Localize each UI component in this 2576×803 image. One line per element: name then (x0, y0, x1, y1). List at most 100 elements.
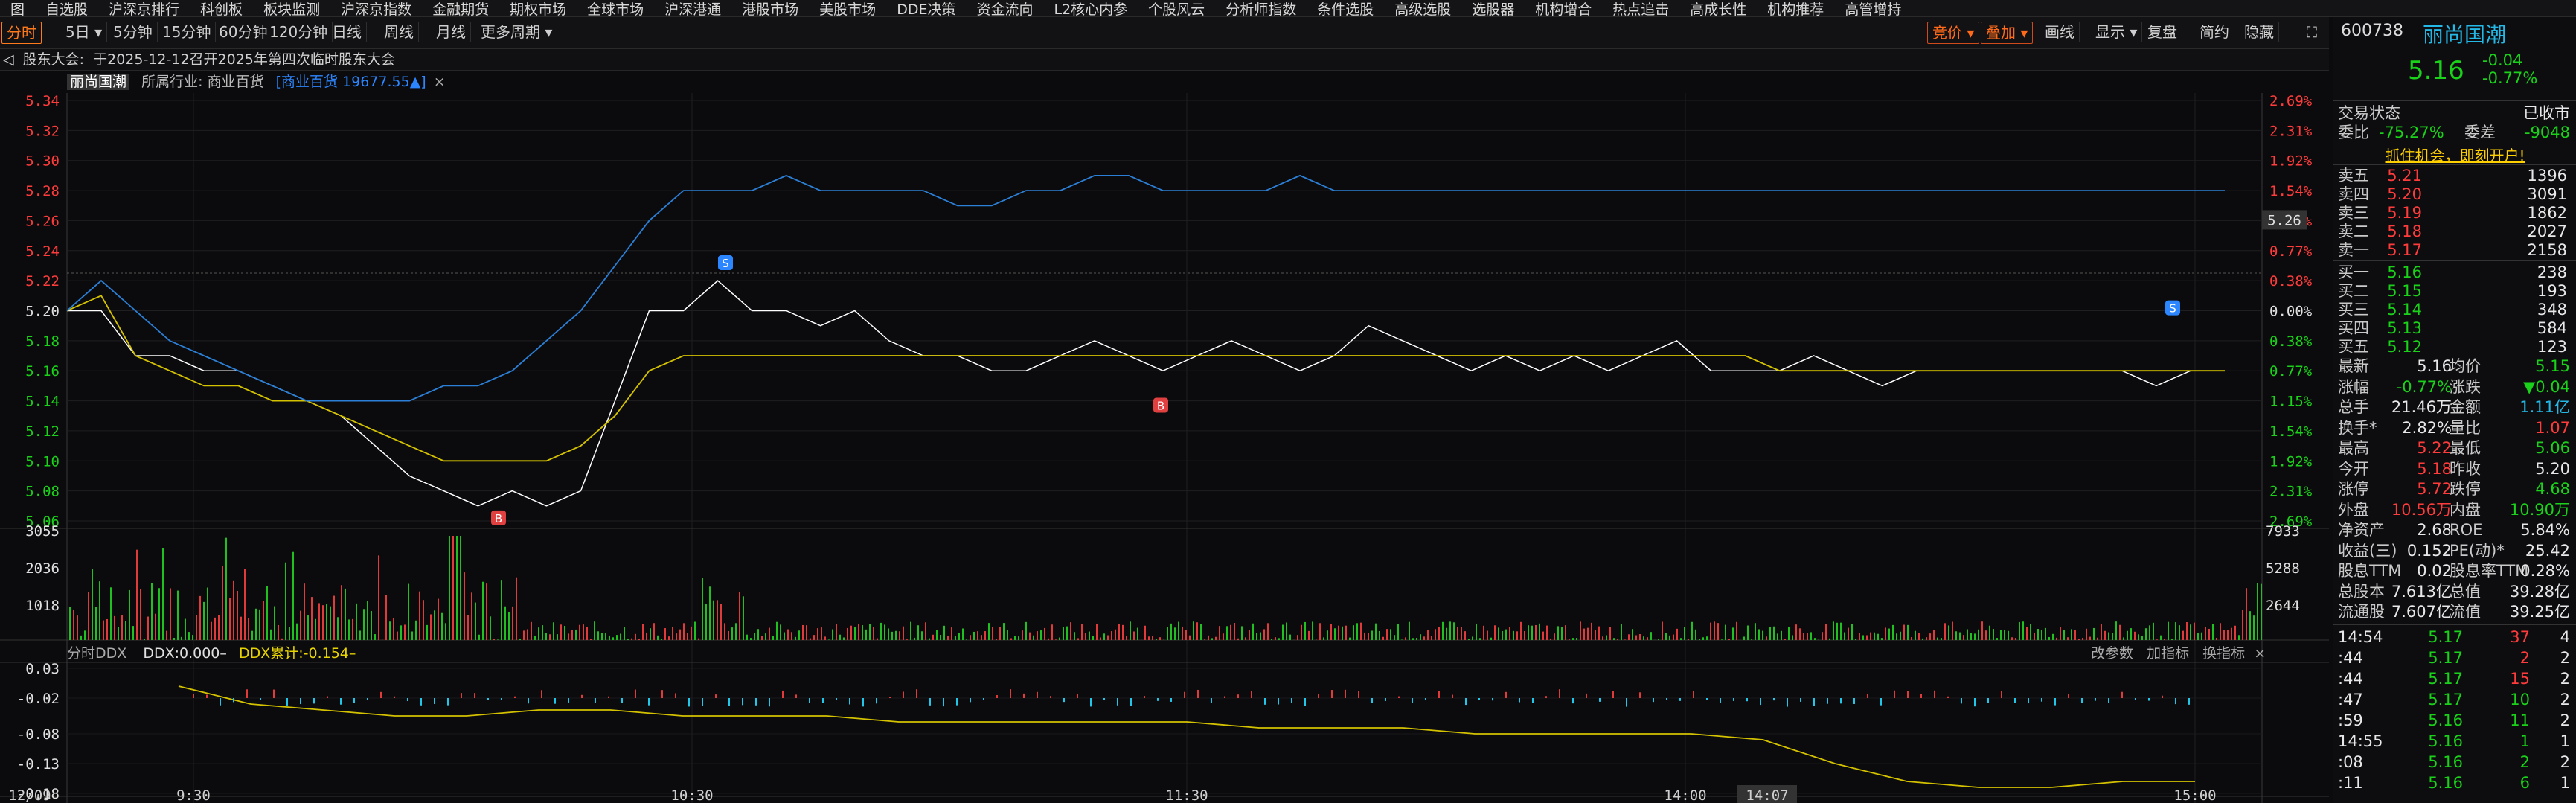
pct-tick-label: 1.92% (2269, 153, 2313, 170)
nav-item[interactable]: 全球市场 (577, 0, 654, 19)
period-tab[interactable]: 15分钟 (158, 22, 217, 42)
ddx-tick-label: -0.02 (17, 691, 60, 707)
time-tick-label: 14:00 (1664, 787, 1706, 803)
period-tab[interactable]: 月线 (432, 22, 471, 42)
ask-row: 卖四 5.20 3091 (2338, 185, 2567, 203)
nav-item[interactable]: DDE决策 (886, 0, 966, 19)
pct-tick-label: 0.38% (2269, 333, 2313, 350)
nav-item[interactable]: 高成长性 (1679, 0, 1757, 19)
ddx-switch-button[interactable]: 换指标 (2202, 645, 2245, 662)
stock-info-bar: 丽尚国潮 所属行业: 商业百货 [商业百货 19677.55▲] × (0, 71, 2329, 93)
nav-item[interactable]: 港股市场 (731, 0, 809, 19)
nav-item[interactable]: 热点追击 (1602, 0, 1679, 19)
nav-item[interactable]: 高管增持 (1834, 0, 1912, 19)
stat-row: 今开 5.18 昨收 5.20 (2338, 459, 2570, 478)
volume-tick-label: 3055 (25, 523, 60, 540)
nav-item[interactable]: 资金流向 (966, 0, 1043, 19)
ddx-cum: DDX累计:-0.154– (238, 645, 356, 662)
stat-row: 涨幅 -0.77% 涨跌 ▼0.04 (2338, 377, 2570, 396)
stat-row: 净资产 2.68 ROE 5.84% (2338, 521, 2570, 539)
bid-row: 买三 5.14 348 (2338, 301, 2567, 319)
ddx-param-button[interactable]: 改参数 (2091, 645, 2133, 662)
period-tab[interactable]: 分时 (1, 22, 42, 44)
price-tick-label: 5.14 (25, 394, 60, 410)
stock-name-tag: 丽尚国潮 (67, 74, 130, 90)
toolbar-button[interactable]: 隐藏 (2240, 22, 2279, 42)
price-tick-label: 5.30 (25, 153, 60, 170)
period-tab[interactable]: 120分钟 (265, 22, 333, 42)
ddx-header: 分时DDX DDX:0.000– DDX累计:-0.154– (67, 644, 356, 662)
close-icon[interactable]: × (434, 74, 446, 90)
period-tab[interactable]: 周线 (379, 22, 419, 42)
tick-row: 14:54 5.17 37 4 (2338, 628, 2570, 646)
toolbar-button[interactable]: 画线 (2040, 22, 2080, 42)
nav-item[interactable]: 分析师指数 (1215, 0, 1307, 19)
stat-row: 总手 21.46万 金额 1.11亿 (2338, 398, 2570, 416)
time-tick-label: 10:30 (670, 787, 713, 803)
nav-item[interactable]: 科创板 (190, 0, 253, 19)
nav-item[interactable]: 条件选股 (1307, 0, 1384, 19)
fullscreen-icon[interactable]: ⛶ (2302, 22, 2322, 42)
pct-tick-label: 1.92% (2269, 453, 2313, 470)
volume-tick-label-right: 7933 (2266, 523, 2300, 540)
toolbar-button[interactable]: 简约 (2195, 22, 2234, 42)
change-value: -0.04 (2482, 51, 2523, 69)
trade-marker-label: B (495, 512, 502, 525)
stat-row: 涨停 5.72 跌停 4.68 (2338, 480, 2570, 498)
nav-item[interactable]: 自选股 (35, 0, 98, 19)
nav-item[interactable]: 板块监测 (253, 0, 330, 19)
stat-row: 最高 5.22 最低 5.06 (2338, 439, 2570, 457)
ddx-close-icon[interactable]: × (2254, 645, 2266, 662)
intraday-chart[interactable]: 5.34 2.69% 5.32 2.31% 5.30 1.92% 5.28 1.54% 5.26… (0, 93, 2329, 803)
promo-link[interactable]: 抓住机会，即刻开户! (2333, 144, 2576, 165)
pct-tick-label: 0.77% (2269, 243, 2313, 260)
nav-item[interactable]: 个股风云 (1138, 0, 1215, 19)
bid-row: 买一 5.16 238 (2338, 263, 2567, 281)
period-tab[interactable]: 5日 ▾ (61, 22, 108, 42)
industry-label: 所属行业: (141, 74, 203, 90)
notice-bar: ◁ 股东大会: 于2025-12-12召开2025年第四次临时股东大会 (0, 49, 2329, 71)
index-tag[interactable]: [商业百货 19677.55▲] (276, 74, 426, 90)
tick-row: :44 5.17 15 2 (2338, 670, 2570, 688)
nav-item[interactable]: 期权市场 (499, 0, 577, 19)
period-tab[interactable]: 60分钟 (214, 22, 273, 42)
period-tab[interactable]: 5分钟 (109, 22, 158, 42)
last-price: 5.16 (2408, 56, 2464, 86)
industry-name[interactable]: 商业百货 (208, 74, 264, 90)
time-tick-label: 15:00 (2173, 787, 2216, 803)
nav-item[interactable]: 机构推荐 (1757, 0, 1834, 19)
toolbar-button[interactable]: 竞价 ▾ (1927, 22, 1980, 44)
price-tick-label: 5.20 (25, 304, 60, 320)
nav-item[interactable]: 沪深港通 (654, 0, 731, 19)
nav-item[interactable]: 选股器 (1461, 0, 1525, 19)
nav-item[interactable]: 沪深京排行 (98, 0, 190, 19)
pct-tick-label: 1.15% (2269, 394, 2313, 410)
tick-row: :08 5.16 2 2 (2338, 753, 2570, 771)
nav-item[interactable]: 机构增合 (1525, 0, 1602, 19)
nav-item[interactable]: 沪深京指数 (330, 0, 422, 19)
nav-item[interactable]: L2核心内参 (1043, 0, 1138, 19)
period-tab[interactable]: 更多周期 ▾ (476, 22, 558, 42)
bid-row: 买五 5.12 123 (2338, 338, 2567, 356)
notice-text[interactable]: 于2025-12-12召开2025年第四次临时股东大会 (93, 51, 395, 68)
toolbar-button[interactable]: 显示 ▾ (2091, 22, 2143, 42)
nav-item[interactable]: 高级选股 (1384, 0, 1461, 19)
notice-label: 股东大会: (22, 51, 85, 68)
period-toolbar: 分时 5日 ▾ 5分钟 15分钟 60分钟 120分钟 日线 周线 月线 更多周期 ▾ 竞价 ▾ 叠加… (0, 17, 2329, 49)
current-price-tag: 5.26 (2267, 212, 2301, 228)
status-row: 交易状态 已收市 (2338, 104, 2570, 122)
stat-row: 换手* 2.82% 量比 1.07 (2338, 418, 2570, 437)
nav-item[interactable]: 图 (0, 0, 35, 19)
stat-row: 总股本 7.613亿 总值 39.28亿 (2338, 582, 2570, 601)
volume-tick-label-right: 5288 (2266, 560, 2300, 577)
tick-row: :11 5.16 6 1 (2338, 774, 2570, 792)
toolbar-button[interactable]: 叠加 ▾ (1981, 22, 2034, 44)
nav-item[interactable]: 金融期货 (422, 0, 499, 19)
ddx-add-button[interactable]: 加指标 (2147, 645, 2189, 662)
stat-row: 流通股 7.607亿 流值 39.25亿 (2338, 603, 2570, 621)
pct-tick-label: 1.54% (2269, 183, 2313, 199)
ddx-title[interactable]: 分时DDX (67, 645, 126, 662)
period-tab[interactable]: 日线 (327, 22, 367, 42)
toolbar-button[interactable]: 复盘 (2143, 22, 2182, 42)
nav-item[interactable]: 美股市场 (809, 0, 886, 19)
